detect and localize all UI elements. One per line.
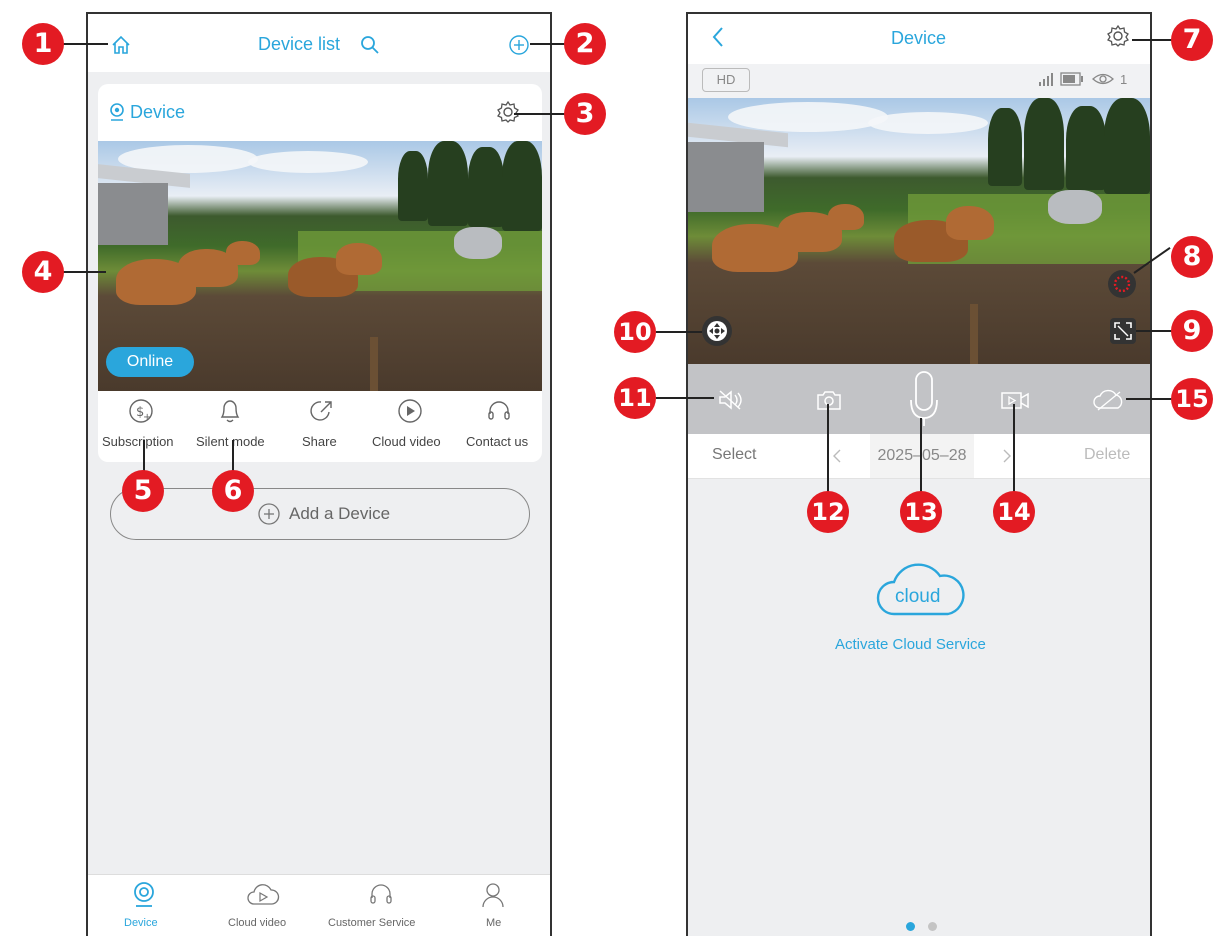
chevron-right-icon[interactable] [1002,448,1012,464]
fullscreen-button[interactable] [1110,318,1136,344]
status-strip: HD 1 [688,64,1150,98]
bell-icon [220,400,240,423]
activate-cloud-link[interactable]: Activate Cloud Service [835,636,986,653]
add-circle-icon[interactable] [508,34,530,56]
bottom-tab-bar: Device Cloud video Customer Service Me [88,874,550,936]
cloud-play-icon [247,884,280,905]
action-label: Share [302,434,337,449]
action-share[interactable]: Share [278,396,364,456]
quality-toggle[interactable]: HD [702,68,750,92]
share-icon [310,401,332,421]
location-pin-icon [110,103,124,121]
mute-speaker-icon[interactable] [718,389,744,411]
eye-icon [1092,73,1114,85]
page-title: Device [891,28,947,48]
status-badge: Online [106,347,194,377]
page-indicator [904,920,944,932]
action-label: Contact us [466,434,529,449]
subscription-icon: $+ [129,399,153,423]
tab-customer-service[interactable]: Customer Service [324,875,436,936]
tab-label: Cloud video [228,917,287,929]
date-bar: Select 2025–05–28 Delete [688,434,1150,479]
gear-icon[interactable] [496,100,520,124]
headset-icon [488,401,510,420]
cloud-off-icon[interactable] [1092,389,1124,411]
fullscreen-icon [1114,322,1132,340]
play-icon [398,399,422,423]
cloud-word: cloud [895,586,941,607]
person-icon [482,883,504,908]
signal-icon [1039,73,1053,86]
add-device-label: Add a Device [289,504,391,523]
page-dot[interactable] [928,922,937,931]
search-icon[interactable] [360,35,380,55]
action-subscription[interactable]: $ + Subscription [98,396,184,456]
back-arrow-icon[interactable] [710,26,726,48]
camera-icon [134,882,154,907]
device-name: Device [130,102,186,122]
date-display[interactable]: 2025–05–28 [870,434,974,478]
record-indicator-button[interactable] [1108,270,1136,298]
delete-button[interactable]: Delete [1084,446,1130,464]
action-contact-us[interactable]: Contact us [456,396,542,456]
battery-icon [1060,72,1083,86]
ptz-direction-icon [707,321,727,341]
action-label: Subscription [102,434,174,449]
device-card[interactable]: Device Online $ + Subscription Silent mo… [98,84,542,462]
tab-device[interactable]: Device [108,875,178,936]
add-device-button[interactable]: Add a Device [110,488,530,540]
camera-snapshot-icon[interactable] [816,389,842,411]
camera-snapshot[interactable]: Online [98,141,542,391]
chevron-left-icon[interactable] [832,448,842,464]
tab-label: Me [486,917,502,929]
gear-icon[interactable] [1106,24,1130,48]
tab-label: Customer Service [328,917,416,929]
add-circle-icon [258,503,280,525]
quality-label: HD [716,72,736,87]
home-icon[interactable] [110,34,132,56]
action-cloud-video[interactable]: Cloud video [368,396,454,456]
page-dot-active[interactable] [906,922,915,931]
action-silent-mode[interactable]: Silent mode [188,396,274,456]
page-title: Device list [258,34,341,54]
record-dots-icon [1113,275,1131,293]
tab-cloud-video[interactable]: Cloud video [220,875,310,936]
live-video[interactable] [688,98,1150,364]
tab-label: Device [124,917,158,929]
svg-text:+: + [143,412,151,423]
headset-icon [370,884,392,904]
control-bar [688,364,1150,434]
ptz-button[interactable] [702,316,732,346]
status-text: Online [126,353,174,370]
live-view-screen: Device HD 1 Select Delete cloud Activate… [686,12,1152,936]
viewer-count: 1 [1120,72,1128,87]
select-button[interactable]: Select [712,446,756,464]
action-label: Silent mode [196,434,265,449]
action-label: Cloud video [372,434,441,449]
top-bar: Device list [88,14,550,72]
tab-me[interactable]: Me [464,875,524,936]
activate-cloud-panel[interactable]: cloud Activate Cloud Service [688,554,1150,664]
video-record-icon[interactable] [1000,389,1030,411]
microphone-icon[interactable] [908,370,940,428]
